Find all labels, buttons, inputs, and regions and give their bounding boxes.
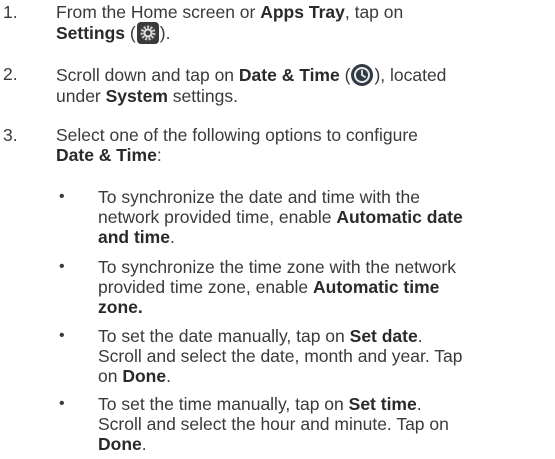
text-run: ). (159, 23, 171, 43)
bold-term: Settings (56, 23, 126, 43)
text-run: provided time zone, enable (98, 277, 313, 297)
text-run: on (98, 366, 123, 386)
bold-term: Set time (348, 394, 417, 414)
text-run: : (156, 145, 162, 165)
bold-term: System (105, 86, 168, 106)
option-text: To set the date manually, tap on Set dat… (98, 326, 553, 386)
option-text: To synchronize the date and time with th… (98, 187, 553, 247)
step-text: Scroll down and tap on Date & Time ( ), … (56, 64, 551, 106)
text-run: ( (339, 65, 351, 85)
text-run: Scroll down and tap on (56, 65, 239, 85)
option-line: To synchronize the date and time with th… (98, 187, 420, 207)
text-run: To set the date manually, tap on (98, 326, 350, 346)
step-line: From the Home screen or Apps Tray, tap o… (56, 2, 551, 22)
step-line: Settings ( ). (56, 22, 551, 44)
option-line: on Done. (98, 366, 553, 386)
bold-term: Date & Time (238, 65, 340, 85)
step-text: From the Home screen or Apps Tray, tap o… (56, 2, 551, 44)
step-number: 1. (3, 2, 18, 22)
option-line: zone. (98, 297, 553, 317)
bullet-symbol: • (59, 327, 65, 344)
text-run: . (166, 366, 171, 386)
bold-term: Automatic date (336, 207, 463, 227)
bold-term: zone. (98, 297, 143, 317)
option-line: To synchronize the time zone with the ne… (98, 257, 456, 277)
text-run: . (417, 326, 423, 346)
text-run: To set the time manually, tap on (98, 394, 349, 414)
bold-term: Done (122, 366, 167, 386)
text-run: , tap on (344, 2, 404, 22)
option-text: To synchronize the time zone with the ne… (98, 257, 553, 317)
option-line: To set the date manually, tap on Set dat… (98, 326, 553, 346)
text-run: ( (125, 23, 136, 43)
bullet-symbol: • (59, 395, 65, 412)
option-line: Done. (98, 434, 553, 454)
option-text: To set the time manually, tap on Set tim… (98, 394, 553, 454)
bold-term: Apps Tray (260, 2, 345, 22)
bold-term: and time (98, 227, 170, 247)
step-text: Select one of the following options to c… (56, 125, 551, 165)
step-number: 3. (3, 125, 18, 145)
text-run: ), located (374, 65, 447, 85)
option-line: and time. (98, 227, 553, 247)
step-line: under System settings. (56, 86, 551, 106)
instructions-document: 1. From the Home screen or Apps Tray, ta… (0, 0, 555, 459)
text-run: settings. (167, 86, 238, 106)
gear-icon (136, 22, 159, 44)
text-run: . (169, 227, 175, 247)
option-line: Scroll and select the date, month and ye… (98, 346, 463, 366)
step-number: 2. (3, 64, 18, 84)
clock-icon (351, 64, 374, 86)
text-run: . (141, 434, 147, 454)
text-run: From the Home screen or (56, 2, 261, 22)
bullet-symbol: • (59, 188, 65, 205)
text-run: . (416, 394, 422, 414)
bold-term: Date & Time (56, 145, 157, 165)
option-line: To set the time manually, tap on Set tim… (98, 394, 553, 414)
bullet-symbol: • (59, 258, 65, 275)
bold-term: Automatic time (313, 277, 440, 297)
option-line: network provided time, enable Automatic … (98, 207, 553, 227)
step-line: Select one of the following options to c… (56, 125, 418, 145)
text-run: under (56, 86, 106, 106)
option-line: provided time zone, enable Automatic tim… (98, 277, 553, 297)
text-run: network provided time, enable (98, 207, 337, 227)
bold-term: Set date (349, 326, 418, 346)
step-line: Date & Time: (56, 145, 551, 165)
step-line: Scroll down and tap on Date & Time ( ), … (56, 64, 551, 86)
option-line: Scroll and select the hour and minute. T… (98, 414, 449, 434)
bold-term: Done (98, 434, 142, 454)
